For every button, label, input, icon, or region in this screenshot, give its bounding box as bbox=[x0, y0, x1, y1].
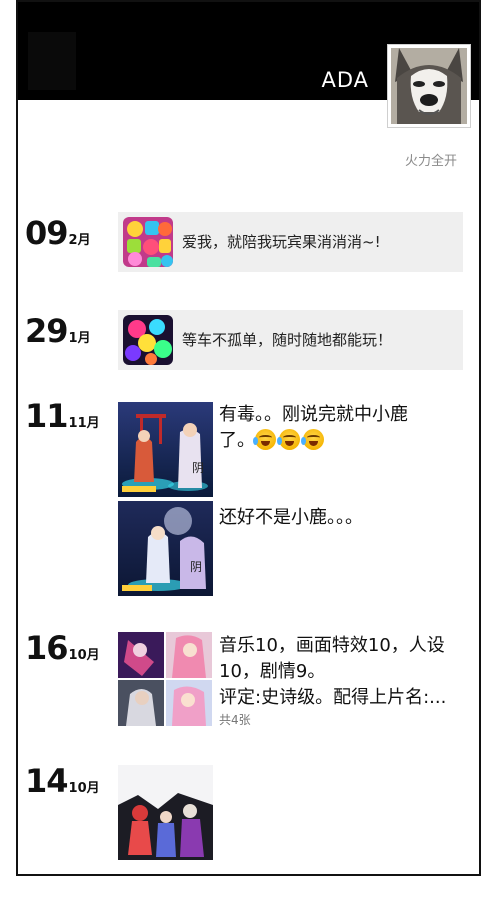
shared-link-text: 等车不孤单，随时随地都能玩！ bbox=[182, 331, 393, 349]
post-day: 09 bbox=[25, 214, 69, 252]
post-date: 1111月 bbox=[25, 397, 100, 435]
post-month: 10月 bbox=[68, 648, 100, 663]
cover-blur bbox=[28, 32, 76, 90]
svg-text:阴: 阴 bbox=[192, 461, 204, 475]
post-image[interactable] bbox=[166, 680, 212, 726]
post-date: 291月 bbox=[25, 312, 91, 350]
shared-link[interactable]: 等车不孤单，随时随地都能玩！ bbox=[118, 310, 463, 370]
bubble-game-icon bbox=[123, 315, 173, 365]
post-text-line: 音乐10，画面特效10，人设 bbox=[219, 635, 445, 656]
post-text-line: 10，剧情9。 bbox=[219, 661, 326, 682]
laughing-crying-emoji-icon bbox=[301, 429, 324, 450]
post-day: 16 bbox=[25, 629, 69, 667]
post-day: 14 bbox=[25, 762, 69, 800]
post-month: 11月 bbox=[68, 416, 100, 431]
post-day: 29 bbox=[25, 312, 69, 350]
svg-text:阴: 阴 bbox=[190, 560, 202, 574]
post-month: 1月 bbox=[68, 331, 91, 346]
post-date: 092月 bbox=[25, 214, 91, 252]
shared-link[interactable]: 爱我，就陪我玩宾果消消消~! bbox=[118, 212, 463, 272]
post-date: 1610月 bbox=[25, 629, 100, 667]
post-image[interactable]: 阴 bbox=[118, 402, 213, 497]
post-image[interactable] bbox=[118, 680, 164, 726]
post-text: 有毒。。刚说完就中小鹿 了。 bbox=[219, 402, 479, 454]
post-text: 音乐10，画面特效10，人设 10，剧情9。 评定:史诗级。配得上片名:... bbox=[219, 633, 479, 711]
laughing-crying-emoji-icon bbox=[253, 429, 276, 450]
post-text-line: 有毒。。刚说完就中小鹿 bbox=[219, 404, 408, 425]
post-image[interactable] bbox=[166, 632, 212, 678]
husky-dog-avatar-icon bbox=[391, 48, 467, 124]
shared-link-text: 爱我，就陪我玩宾果消消消~! bbox=[182, 233, 381, 251]
avatar[interactable] bbox=[387, 44, 471, 128]
post-day: 11 bbox=[25, 397, 69, 435]
username[interactable]: ADA bbox=[321, 68, 369, 92]
candy-game-icon bbox=[123, 217, 173, 267]
post-month: 10月 bbox=[68, 781, 100, 796]
post-text-fragment: 了。 bbox=[219, 430, 255, 451]
signature: 火力全开 bbox=[404, 154, 457, 169]
post-image[interactable] bbox=[118, 632, 164, 678]
post-text-line: 了。 bbox=[219, 428, 479, 454]
post-date: 1410月 bbox=[25, 762, 100, 800]
post-image[interactable]: 阴 bbox=[118, 501, 213, 596]
post-text-line: 评定:史诗级。配得上片名:... bbox=[219, 687, 447, 708]
post-text: 还好不是小鹿。。。 bbox=[219, 507, 363, 528]
post-month: 2月 bbox=[68, 233, 91, 248]
image-count: 共4张 bbox=[219, 713, 251, 727]
laughing-crying-emoji-icon bbox=[277, 429, 300, 450]
moments-frame: ADA 火力全开 092月 爱我，就陪我玩宾果消消消~! 291月 等车不孤单，… bbox=[16, 0, 481, 876]
post-image[interactable] bbox=[118, 765, 213, 860]
